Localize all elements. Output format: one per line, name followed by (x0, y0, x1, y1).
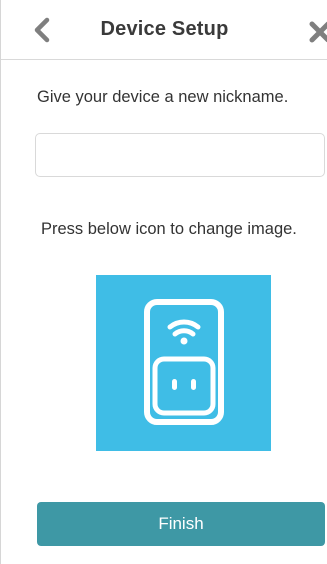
image-hint: Press below icon to change image. (41, 220, 297, 238)
device-image-button[interactable] (96, 275, 271, 451)
device-setup-screen: Device Setup Give your device a new nick… (0, 0, 327, 564)
close-button[interactable] (306, 14, 327, 48)
header-bar: Device Setup (1, 0, 327, 60)
nickname-input[interactable] (35, 133, 325, 177)
close-icon (309, 21, 327, 43)
nickname-prompt: Give your device a new nickname. (37, 88, 289, 106)
smart-plug-wifi-icon (144, 299, 224, 425)
page-title: Device Setup (100, 18, 229, 40)
finish-button[interactable]: Finish (37, 502, 325, 546)
